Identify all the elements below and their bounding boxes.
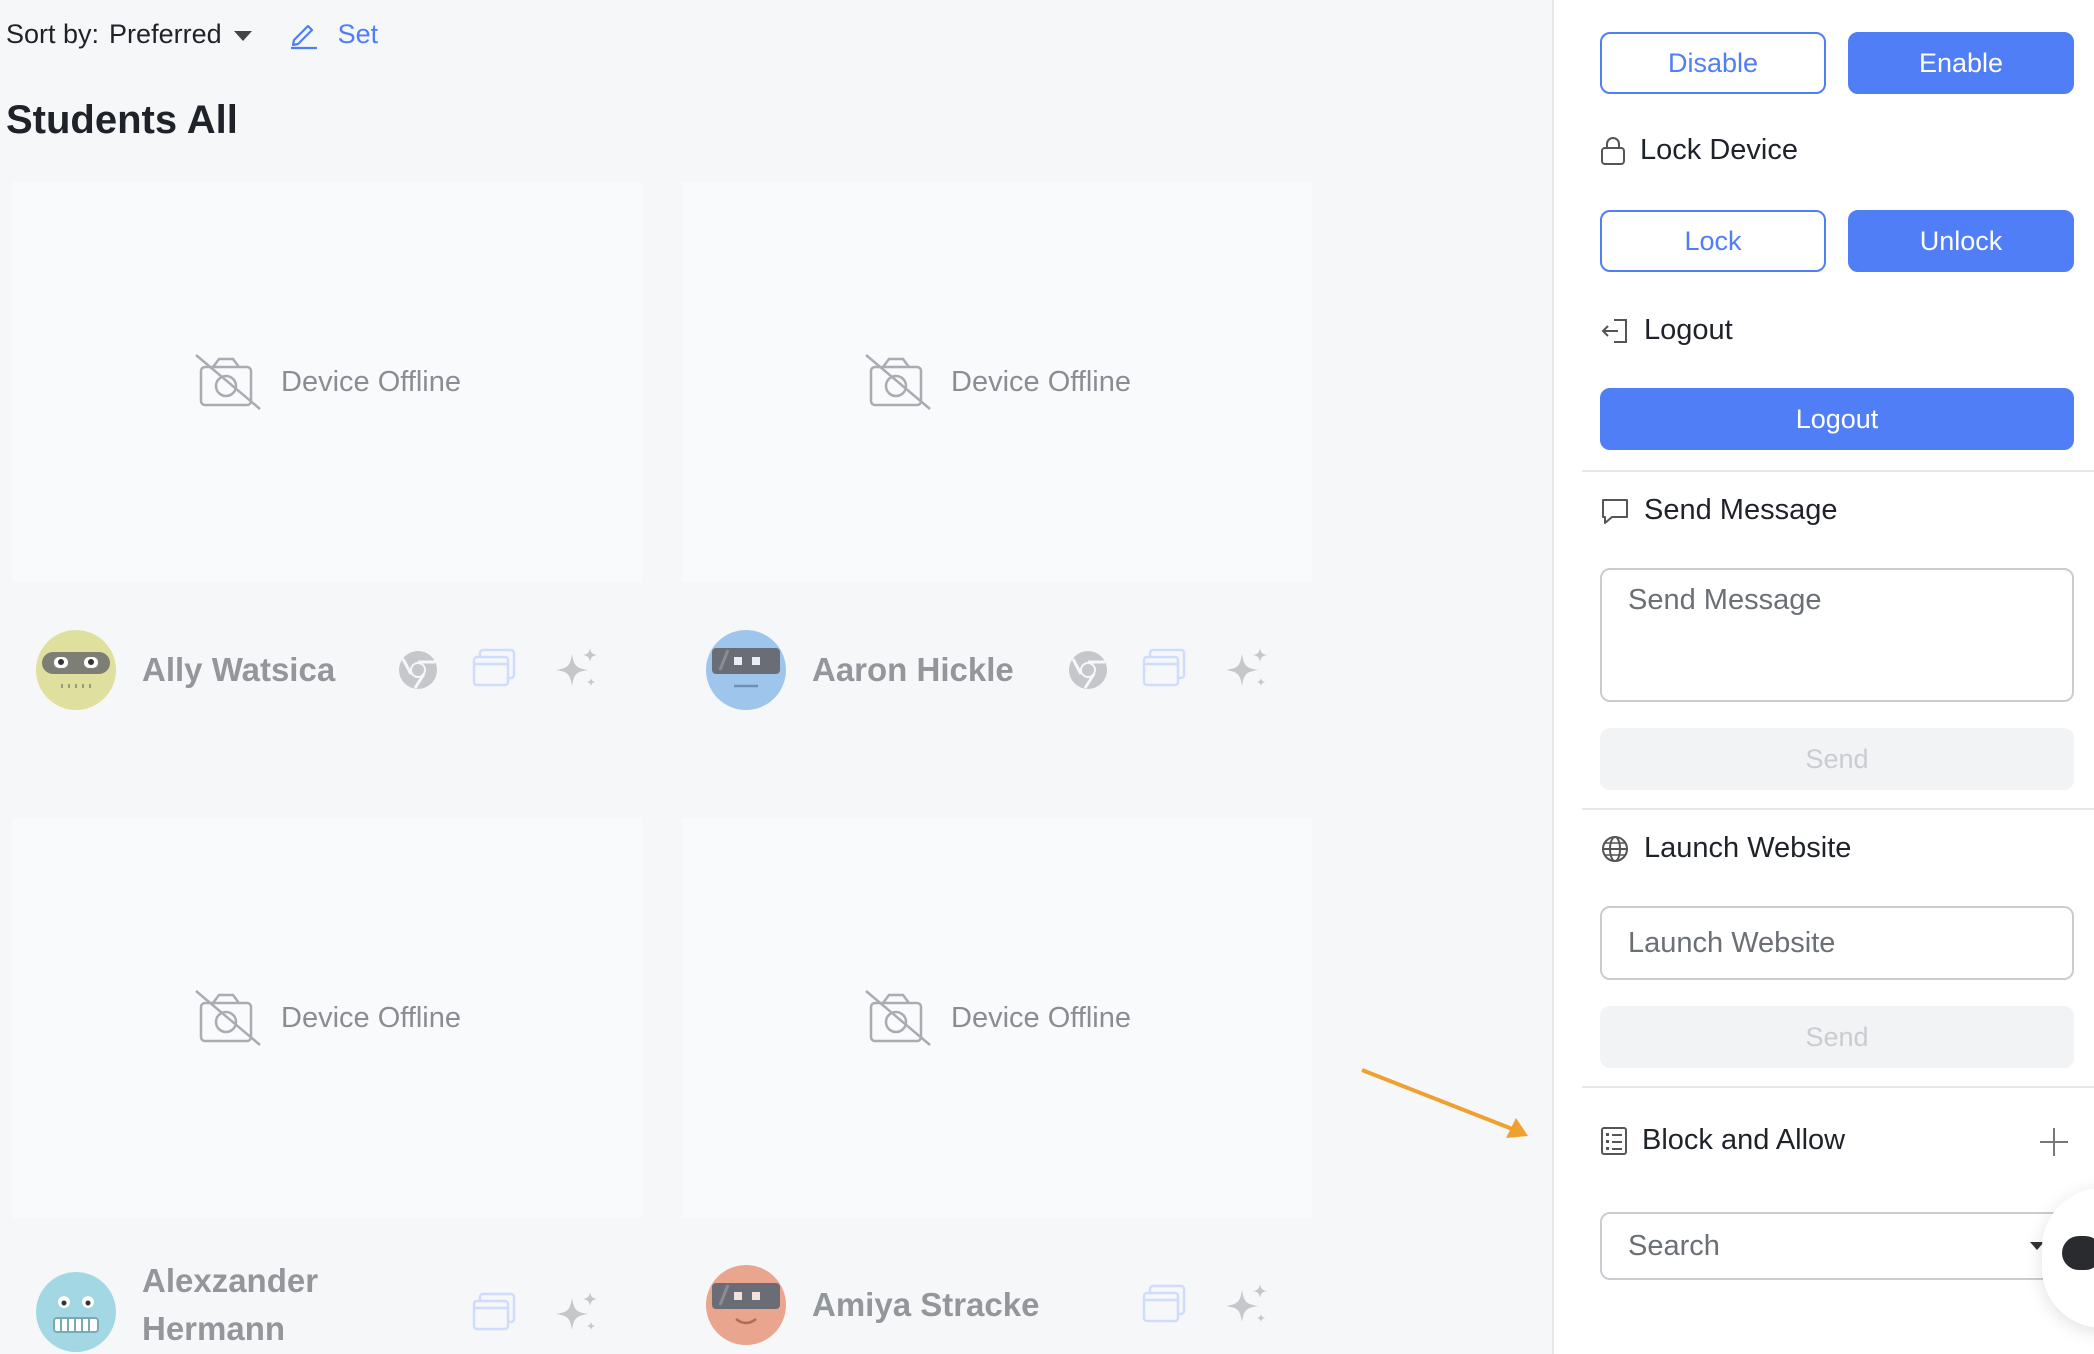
student-name: Aaron Hickle (812, 651, 1014, 688)
device-offline-label: Device Offline (281, 365, 461, 398)
sparkle-icon[interactable] (1224, 646, 1270, 692)
camera-off-icon (195, 990, 261, 1046)
pencil-icon (290, 24, 317, 50)
annotation-arrow (1361, 1068, 1528, 1138)
window-icon[interactable] (1142, 1284, 1186, 1324)
sort-dropdown[interactable]: Preferred (109, 19, 222, 50)
send-message-title: Send Message (1644, 494, 1838, 526)
launch-website-send-button[interactable]: Send (1600, 1006, 2074, 1068)
logout-button[interactable]: Logout (1600, 388, 2074, 450)
block-allow-title: Block and Allow (1642, 1124, 1846, 1156)
send-message-section: Send Message (1600, 494, 1837, 527)
launch-website-title: Launch Website (1644, 832, 1852, 864)
logout-section: Logout (1600, 314, 1733, 347)
send-message-textarea[interactable]: Send Message (1600, 568, 2074, 702)
device-screen-card[interactable]: Device Offline (682, 818, 1312, 1218)
device-screen-card[interactable]: Device Offline (682, 182, 1312, 582)
sort-label: Sort by: (6, 18, 100, 49)
student-name: Amiya Stracke (812, 1286, 1040, 1323)
lock-button[interactable]: Lock (1600, 210, 1826, 272)
camera-off-icon (195, 354, 261, 410)
chat-bubble-icon (1602, 498, 1628, 524)
device-control-panel: Disable Enable Lock Device Lock Unlock L… (1552, 0, 2094, 1354)
avatar (706, 1265, 786, 1345)
lock-device-section: Lock Device (1600, 134, 1798, 167)
globe-icon (1602, 835, 1628, 862)
enable-button[interactable]: Enable (1848, 32, 2074, 94)
block-allow-section: Block and Allow (1600, 1124, 1845, 1157)
page-title: Students All (6, 98, 238, 142)
device-screen-card[interactable]: Device Offline (12, 818, 642, 1218)
block-allow-search-select[interactable]: Search (1600, 1212, 2074, 1280)
student-name: Ally Watsica (142, 651, 336, 688)
device-screen-card[interactable]: Device Offline (12, 182, 642, 582)
sparkle-icon[interactable] (554, 1290, 600, 1336)
divider (1582, 470, 2094, 472)
window-icon[interactable] (472, 1292, 516, 1332)
avatar (36, 1272, 116, 1352)
avatar (706, 630, 786, 710)
camera-off-icon (865, 354, 931, 410)
avatar (36, 630, 116, 710)
student-name-first: Alexzander (142, 1262, 319, 1299)
search-placeholder: Search (1628, 1229, 1720, 1262)
logout-title: Logout (1644, 314, 1733, 346)
lock-device-title: Lock Device (1640, 134, 1798, 166)
student-name-last: Hermann (142, 1310, 286, 1347)
floating-widget[interactable] (2042, 1188, 2094, 1328)
set-button[interactable]: Set (288, 18, 379, 50)
window-icon[interactable] (472, 648, 516, 688)
window-icon[interactable] (1142, 648, 1186, 688)
list-icon (1601, 1126, 1627, 1155)
toggle-knob[interactable] (2062, 1236, 2094, 1270)
device-offline-label: Device Offline (281, 1001, 461, 1034)
plus-icon[interactable] (2038, 1126, 2070, 1158)
disable-button[interactable]: Disable (1600, 32, 1826, 94)
set-label: Set (337, 18, 379, 49)
sparkle-icon[interactable] (1224, 1282, 1270, 1328)
lock-icon (1601, 136, 1625, 165)
sort-bar: Sort by: Preferred Set (6, 12, 378, 56)
divider (1582, 808, 2094, 810)
sparkle-icon[interactable] (554, 646, 600, 692)
logout-icon (1601, 318, 1627, 343)
chrome-icon[interactable] (396, 648, 440, 692)
camera-off-icon (865, 990, 931, 1046)
divider (1582, 1086, 2094, 1088)
unlock-button[interactable]: Unlock (1848, 210, 2074, 272)
device-offline-label: Device Offline (951, 1001, 1131, 1034)
chrome-icon[interactable] (1066, 648, 1110, 692)
chevron-down-icon[interactable] (233, 31, 252, 41)
launch-website-input[interactable]: Launch Website (1600, 906, 2074, 980)
device-offline-label: Device Offline (951, 365, 1131, 398)
send-message-button[interactable]: Send (1600, 728, 2074, 790)
launch-website-section: Launch Website (1600, 832, 1851, 865)
